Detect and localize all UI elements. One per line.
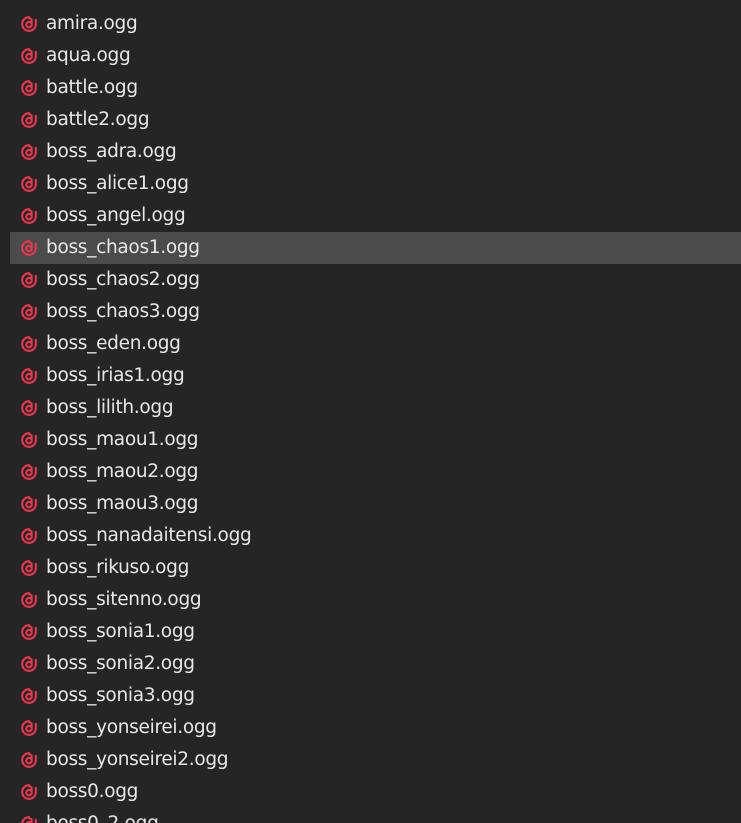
file-name: boss_maou2.ogg bbox=[46, 461, 199, 482]
file-list-item[interactable]: boss_alice1.ogg bbox=[10, 168, 741, 200]
audio-file-icon bbox=[20, 655, 38, 673]
file-list: amira.ogg aqua.ogg battle.ogg battle2.ogg bo… bbox=[0, 0, 741, 823]
audio-file-icon bbox=[20, 175, 38, 193]
file-name: boss0_2.ogg bbox=[46, 808, 159, 823]
file-name: boss_angel.ogg bbox=[46, 205, 186, 226]
file-name: boss_chaos3.ogg bbox=[46, 301, 200, 322]
audio-file-icon bbox=[20, 431, 38, 449]
audio-file-icon bbox=[20, 527, 38, 545]
file-list-item[interactable]: battle.ogg bbox=[10, 72, 741, 104]
file-name: boss_eden.ogg bbox=[46, 333, 181, 354]
file-list-item[interactable]: boss_sonia3.ogg bbox=[10, 680, 741, 712]
audio-file-icon bbox=[20, 47, 38, 65]
file-list-item[interactable]: boss_sonia2.ogg bbox=[10, 648, 741, 680]
audio-file-icon bbox=[20, 303, 38, 321]
file-name: boss_adra.ogg bbox=[46, 141, 177, 162]
file-name: boss_yonseirei.ogg bbox=[46, 717, 217, 738]
audio-file-icon bbox=[20, 623, 38, 641]
audio-file-icon bbox=[20, 79, 38, 97]
audio-file-icon bbox=[20, 207, 38, 225]
audio-file-icon bbox=[20, 495, 38, 513]
file-list-item[interactable]: boss0.ogg bbox=[10, 776, 741, 808]
file-name: boss_sitenno.ogg bbox=[46, 589, 202, 610]
file-name: boss_rikuso.ogg bbox=[46, 557, 190, 578]
file-name: boss_maou3.ogg bbox=[46, 493, 199, 514]
file-name: boss_sonia3.ogg bbox=[46, 685, 195, 706]
audio-file-icon bbox=[20, 783, 38, 801]
file-name: aqua.ogg bbox=[46, 45, 131, 66]
file-list-item[interactable]: boss_eden.ogg bbox=[10, 328, 741, 360]
file-name: boss_yonseirei2.ogg bbox=[46, 749, 229, 770]
file-list-item[interactable]: boss_maou3.ogg bbox=[10, 488, 741, 520]
audio-file-icon bbox=[20, 111, 38, 129]
file-name: boss_nanadaitensi.ogg bbox=[46, 525, 252, 546]
file-list-item[interactable]: boss_adra.ogg bbox=[10, 136, 741, 168]
file-name: boss_chaos1.ogg bbox=[46, 237, 200, 258]
audio-file-icon bbox=[20, 239, 38, 257]
file-list-item[interactable]: boss_lilith.ogg bbox=[10, 392, 741, 424]
audio-file-icon bbox=[20, 143, 38, 161]
file-list-item[interactable]: boss_chaos3.ogg bbox=[10, 296, 741, 328]
audio-file-icon bbox=[20, 719, 38, 737]
file-list-item[interactable]: boss_sonia1.ogg bbox=[10, 616, 741, 648]
file-list-item[interactable]: boss_rikuso.ogg bbox=[10, 552, 741, 584]
file-name: battle.ogg bbox=[46, 77, 138, 98]
audio-file-icon bbox=[20, 815, 38, 823]
file-name: boss_lilith.ogg bbox=[46, 397, 174, 418]
audio-file-icon bbox=[20, 335, 38, 353]
audio-file-icon bbox=[20, 399, 38, 417]
file-name: boss0.ogg bbox=[46, 781, 139, 802]
audio-file-icon bbox=[20, 559, 38, 577]
file-list-item[interactable]: boss_angel.ogg bbox=[10, 200, 741, 232]
file-name: amira.ogg bbox=[46, 13, 138, 34]
audio-file-icon bbox=[20, 271, 38, 289]
file-list-item[interactable]: boss_maou1.ogg bbox=[10, 424, 741, 456]
file-list-item[interactable]: boss_chaos2.ogg bbox=[10, 264, 741, 296]
audio-file-icon bbox=[20, 751, 38, 769]
file-list-item[interactable]: amira.ogg bbox=[10, 8, 741, 40]
file-list-item[interactable]: boss_yonseirei.ogg bbox=[10, 712, 741, 744]
audio-file-icon bbox=[20, 591, 38, 609]
file-name: boss_alice1.ogg bbox=[46, 173, 189, 194]
file-name: battle2.ogg bbox=[46, 109, 150, 130]
file-name: boss_sonia1.ogg bbox=[46, 621, 195, 642]
audio-file-icon bbox=[20, 367, 38, 385]
file-list-item[interactable]: boss_maou2.ogg bbox=[10, 456, 741, 488]
file-list-item[interactable]: aqua.ogg bbox=[10, 40, 741, 72]
file-list-item[interactable]: battle2.ogg bbox=[10, 104, 741, 136]
audio-file-icon bbox=[20, 463, 38, 481]
file-name: boss_maou1.ogg bbox=[46, 429, 199, 450]
file-list-item[interactable]: boss_irias1.ogg bbox=[10, 360, 741, 392]
file-list-item[interactable]: boss_chaos1.ogg bbox=[10, 232, 741, 264]
file-list-item[interactable]: boss_sitenno.ogg bbox=[10, 584, 741, 616]
audio-file-icon bbox=[20, 687, 38, 705]
file-list-item[interactable]: boss_nanadaitensi.ogg bbox=[10, 520, 741, 552]
file-list-item[interactable]: boss_yonseirei2.ogg bbox=[10, 744, 741, 776]
file-list-item[interactable]: boss0_2.ogg bbox=[10, 808, 741, 823]
file-name: boss_irias1.ogg bbox=[46, 365, 185, 386]
audio-file-icon bbox=[20, 15, 38, 33]
file-name: boss_chaos2.ogg bbox=[46, 269, 200, 290]
file-name: boss_sonia2.ogg bbox=[46, 653, 195, 674]
